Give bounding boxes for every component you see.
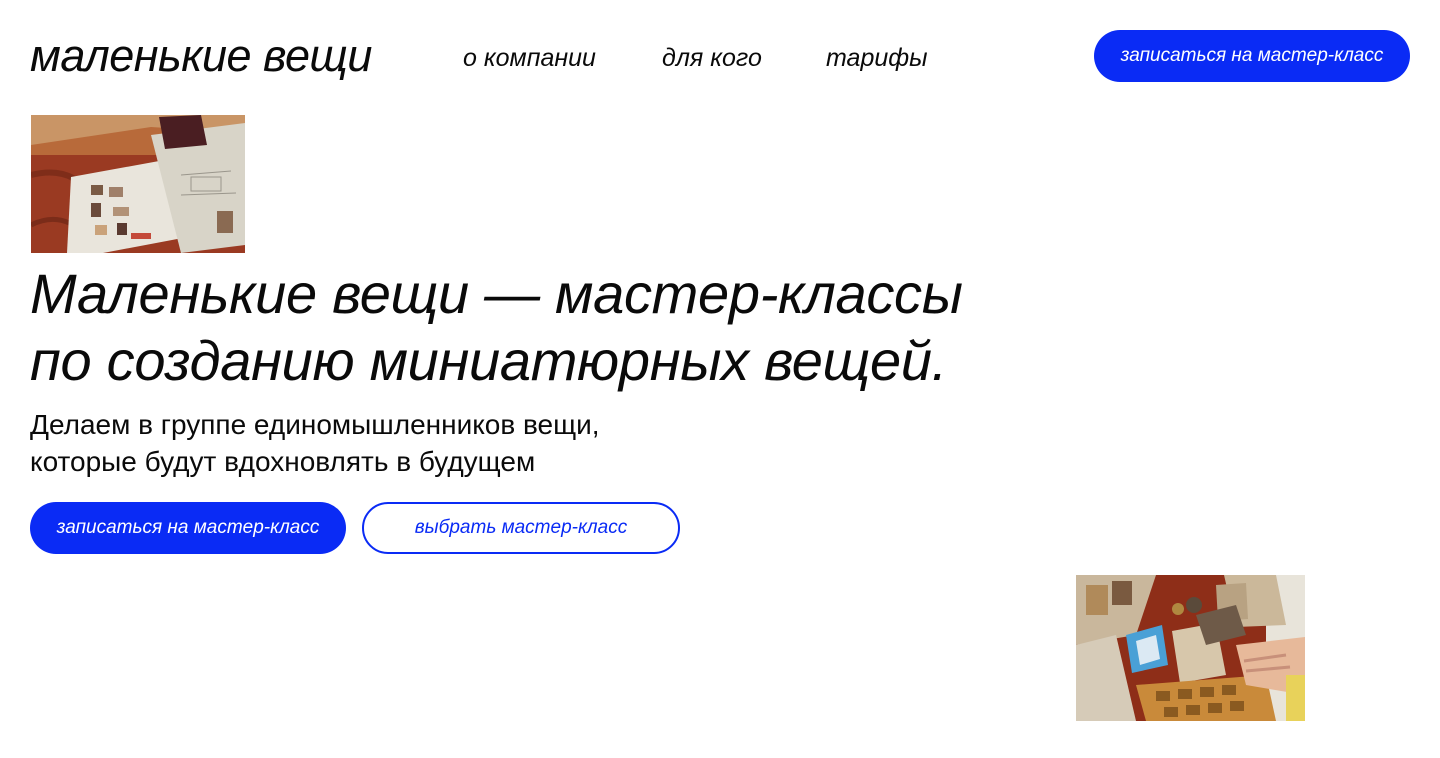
logo[interactable]: маленькие вещи — [30, 28, 372, 84]
photo-material-samples — [1076, 575, 1305, 721]
nav-link-audience[interactable]: для кого — [662, 42, 762, 74]
hero-title: Маленькие вещи — мастер-классы по создан… — [30, 260, 990, 394]
landing-page: маленькие вещи о компании для кого тариф… — [0, 0, 1440, 758]
nav-link-pricing[interactable]: тарифы — [826, 42, 928, 74]
hero-title-line: по созданию миниатюрных вещей. — [30, 329, 947, 392]
choose-class-button[interactable]: выбрать мастер-класс — [362, 502, 680, 554]
header-signup-button[interactable]: записаться на мастер-класс — [1094, 30, 1410, 82]
hero-signup-button[interactable]: записаться на мастер-класс — [30, 502, 346, 554]
hero-subtitle-line: Делаем в группе единомышленников вещи, — [30, 409, 600, 440]
hero-subtitle-line: которые будут вдохновлять в будущем — [30, 446, 536, 477]
photo-design-sketches — [31, 115, 245, 253]
hero-title-line: Маленькие вещи — мастер-классы — [30, 262, 963, 325]
nav-link-about[interactable]: о компании — [463, 42, 596, 74]
hero-subtitle: Делаем в группе единомышленников вещи, к… — [30, 406, 730, 480]
